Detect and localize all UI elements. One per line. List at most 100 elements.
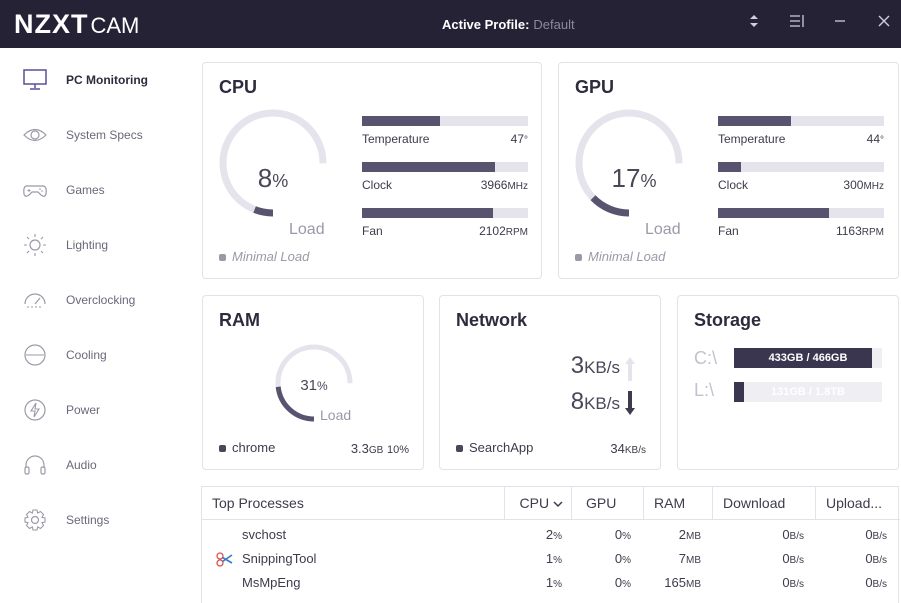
profile-value: Default	[533, 17, 575, 32]
lightning-icon	[22, 398, 48, 422]
network-top-process: SearchApp	[456, 440, 533, 455]
process-cpu: 1%	[545, 575, 562, 590]
ram-title: RAM	[219, 310, 260, 330]
status-dot	[575, 254, 582, 262]
process-gpu: 0%	[614, 575, 631, 590]
gpu-temperature-label: Temperature	[718, 132, 786, 146]
process-upload: 0B/s	[865, 527, 887, 542]
profile-sort-icon[interactable]	[742, 12, 766, 36]
network-upload-value: 3KB/s	[570, 352, 620, 379]
column-download[interactable]: Download	[712, 487, 815, 520]
sidebar-item-settings[interactable]: Settings	[0, 500, 190, 540]
cpu-status: Minimal Load	[219, 249, 309, 264]
top-processes-table: Top Processes CPU GPU RAM Download Uploa…	[201, 486, 900, 603]
close-icon[interactable]	[872, 12, 896, 36]
gpu-temperature-value: 44°	[866, 132, 884, 146]
chevron-down-icon	[553, 501, 563, 508]
network-card: Network 3KB/s 8KB/s SearchApp 34KB/s	[439, 295, 661, 470]
bar-fill	[718, 208, 830, 218]
column-ram[interactable]: RAM	[643, 487, 712, 520]
process-download: 0B/s	[782, 575, 804, 590]
active-profile[interactable]: Active Profile: Default	[442, 17, 575, 32]
sun-icon	[22, 233, 48, 257]
gpu-fan-value: 1163RPM	[835, 224, 884, 238]
sidebar-item-audio[interactable]: Audio	[0, 445, 190, 485]
sidebar-item-label: Power	[66, 403, 101, 417]
sidebar-item-games[interactable]: Games	[0, 170, 190, 210]
gpu-clock-label: Clock	[718, 178, 749, 192]
process-name: SnippingTool	[242, 551, 317, 566]
table-row[interactable]: MsMpEng 1% 0% 165MB 0B/s 0B/s	[202, 571, 900, 595]
drive-c-bar[interactable]: 433GB / 466GB	[734, 348, 882, 368]
cpu-card: CPU 8% Load Minimal Load Temperature 47°…	[202, 62, 542, 279]
sidebar-item-pc-monitoring[interactable]: PC Monitoring	[0, 60, 190, 100]
process-dot	[456, 445, 463, 453]
sidebar-item-label: Games	[66, 183, 105, 197]
cpu-clock-label: Clock	[362, 178, 393, 192]
cpu-clock-value: 3966MHz	[480, 178, 528, 192]
sidebar-item-lighting[interactable]: Lighting	[0, 225, 190, 265]
product-name: CAM	[90, 13, 140, 38]
cpu-clock-bar	[362, 162, 528, 172]
sidebar-item-label: Cooling	[66, 348, 107, 362]
column-cpu[interactable]: CPU	[504, 487, 571, 520]
gear-icon	[22, 508, 48, 532]
column-gpu[interactable]: GPU	[571, 487, 643, 520]
headphones-icon	[22, 453, 48, 477]
scissors-icon	[216, 552, 233, 567]
upload-arrow-icon	[625, 357, 635, 381]
cpu-temperature-label: Temperature	[362, 132, 430, 146]
process-ram: 2MB	[678, 527, 701, 542]
ram-top-process-usage: 3.3GB 10%	[350, 441, 409, 456]
process-dot	[219, 445, 226, 453]
status-dot	[219, 254, 226, 262]
sidebar-item-power[interactable]: Power	[0, 390, 190, 430]
sidebar-item-label: PC Monitoring	[66, 73, 148, 87]
network-top-process-usage: 34KB/s	[610, 441, 646, 456]
process-download: 0B/s	[782, 527, 804, 542]
process-name: MsMpEng	[242, 575, 301, 590]
sidebar-item-cooling[interactable]: Cooling	[0, 335, 190, 375]
menu-icon[interactable]	[785, 12, 809, 36]
sidebar-item-overclocking[interactable]: Overclocking	[0, 280, 190, 320]
process-cpu: 1%	[545, 551, 562, 566]
process-cpu: 2%	[545, 527, 562, 542]
drive-l-bar[interactable]: 131GB / 1.8TB	[734, 382, 882, 402]
table-row[interactable]: SnippingTool 1% 0% 7MB 0B/s 0B/s	[202, 547, 900, 571]
app-logo: NZXTCAM	[14, 9, 139, 40]
sidebar: PC Monitoring System Specs Games Lightin…	[0, 48, 190, 603]
drive-l-usage: 131GB / 1.8TB	[771, 386, 845, 398]
minimize-icon[interactable]	[828, 12, 852, 36]
eye-icon	[22, 123, 48, 147]
bar-fill	[362, 116, 441, 126]
cpu-load-label: Load	[289, 221, 325, 238]
ram-load-value: 31%	[300, 377, 328, 394]
gpu-clock-bar	[718, 162, 884, 172]
gpu-title: GPU	[575, 77, 615, 97]
sidebar-item-system-specs[interactable]: System Specs	[0, 115, 190, 155]
column-name[interactable]: Top Processes	[202, 487, 504, 520]
process-name: svchost	[242, 527, 287, 542]
column-upload[interactable]: Upload...	[815, 487, 900, 520]
brand-name: NZXT	[14, 9, 89, 39]
cpu-fan-value: 2102RPM	[479, 224, 528, 238]
process-gpu: 0%	[614, 527, 631, 542]
storage-card: Storage C:\ 433GB / 466GB L:\ 131GB / 1.…	[677, 295, 899, 470]
cpu-title: CPU	[219, 77, 258, 97]
drive-l-label: L:\	[694, 380, 715, 400]
drive-c-usage: 433GB / 466GB	[768, 352, 848, 364]
process-ram: 165MB	[664, 575, 701, 590]
network-title: Network	[456, 310, 528, 330]
sidebar-item-label: Overclocking	[66, 293, 136, 307]
network-download-value: 8KB/s	[570, 388, 620, 415]
ram-top-process: chrome	[219, 440, 275, 455]
process-upload: 0B/s	[865, 575, 887, 590]
cpu-load-value: 8%	[257, 163, 289, 193]
gpu-fan-label: Fan	[718, 224, 739, 238]
sidebar-item-label: Settings	[66, 513, 110, 527]
gpu-load-label: Load	[645, 221, 681, 238]
process-download: 0B/s	[782, 551, 804, 566]
bar-fill	[718, 116, 792, 126]
ram-card: RAM 31% Load chrome 3.3GB 10%	[202, 295, 424, 470]
table-row[interactable]: svchost 2% 0% 2MB 0B/s 0B/s	[202, 523, 900, 547]
